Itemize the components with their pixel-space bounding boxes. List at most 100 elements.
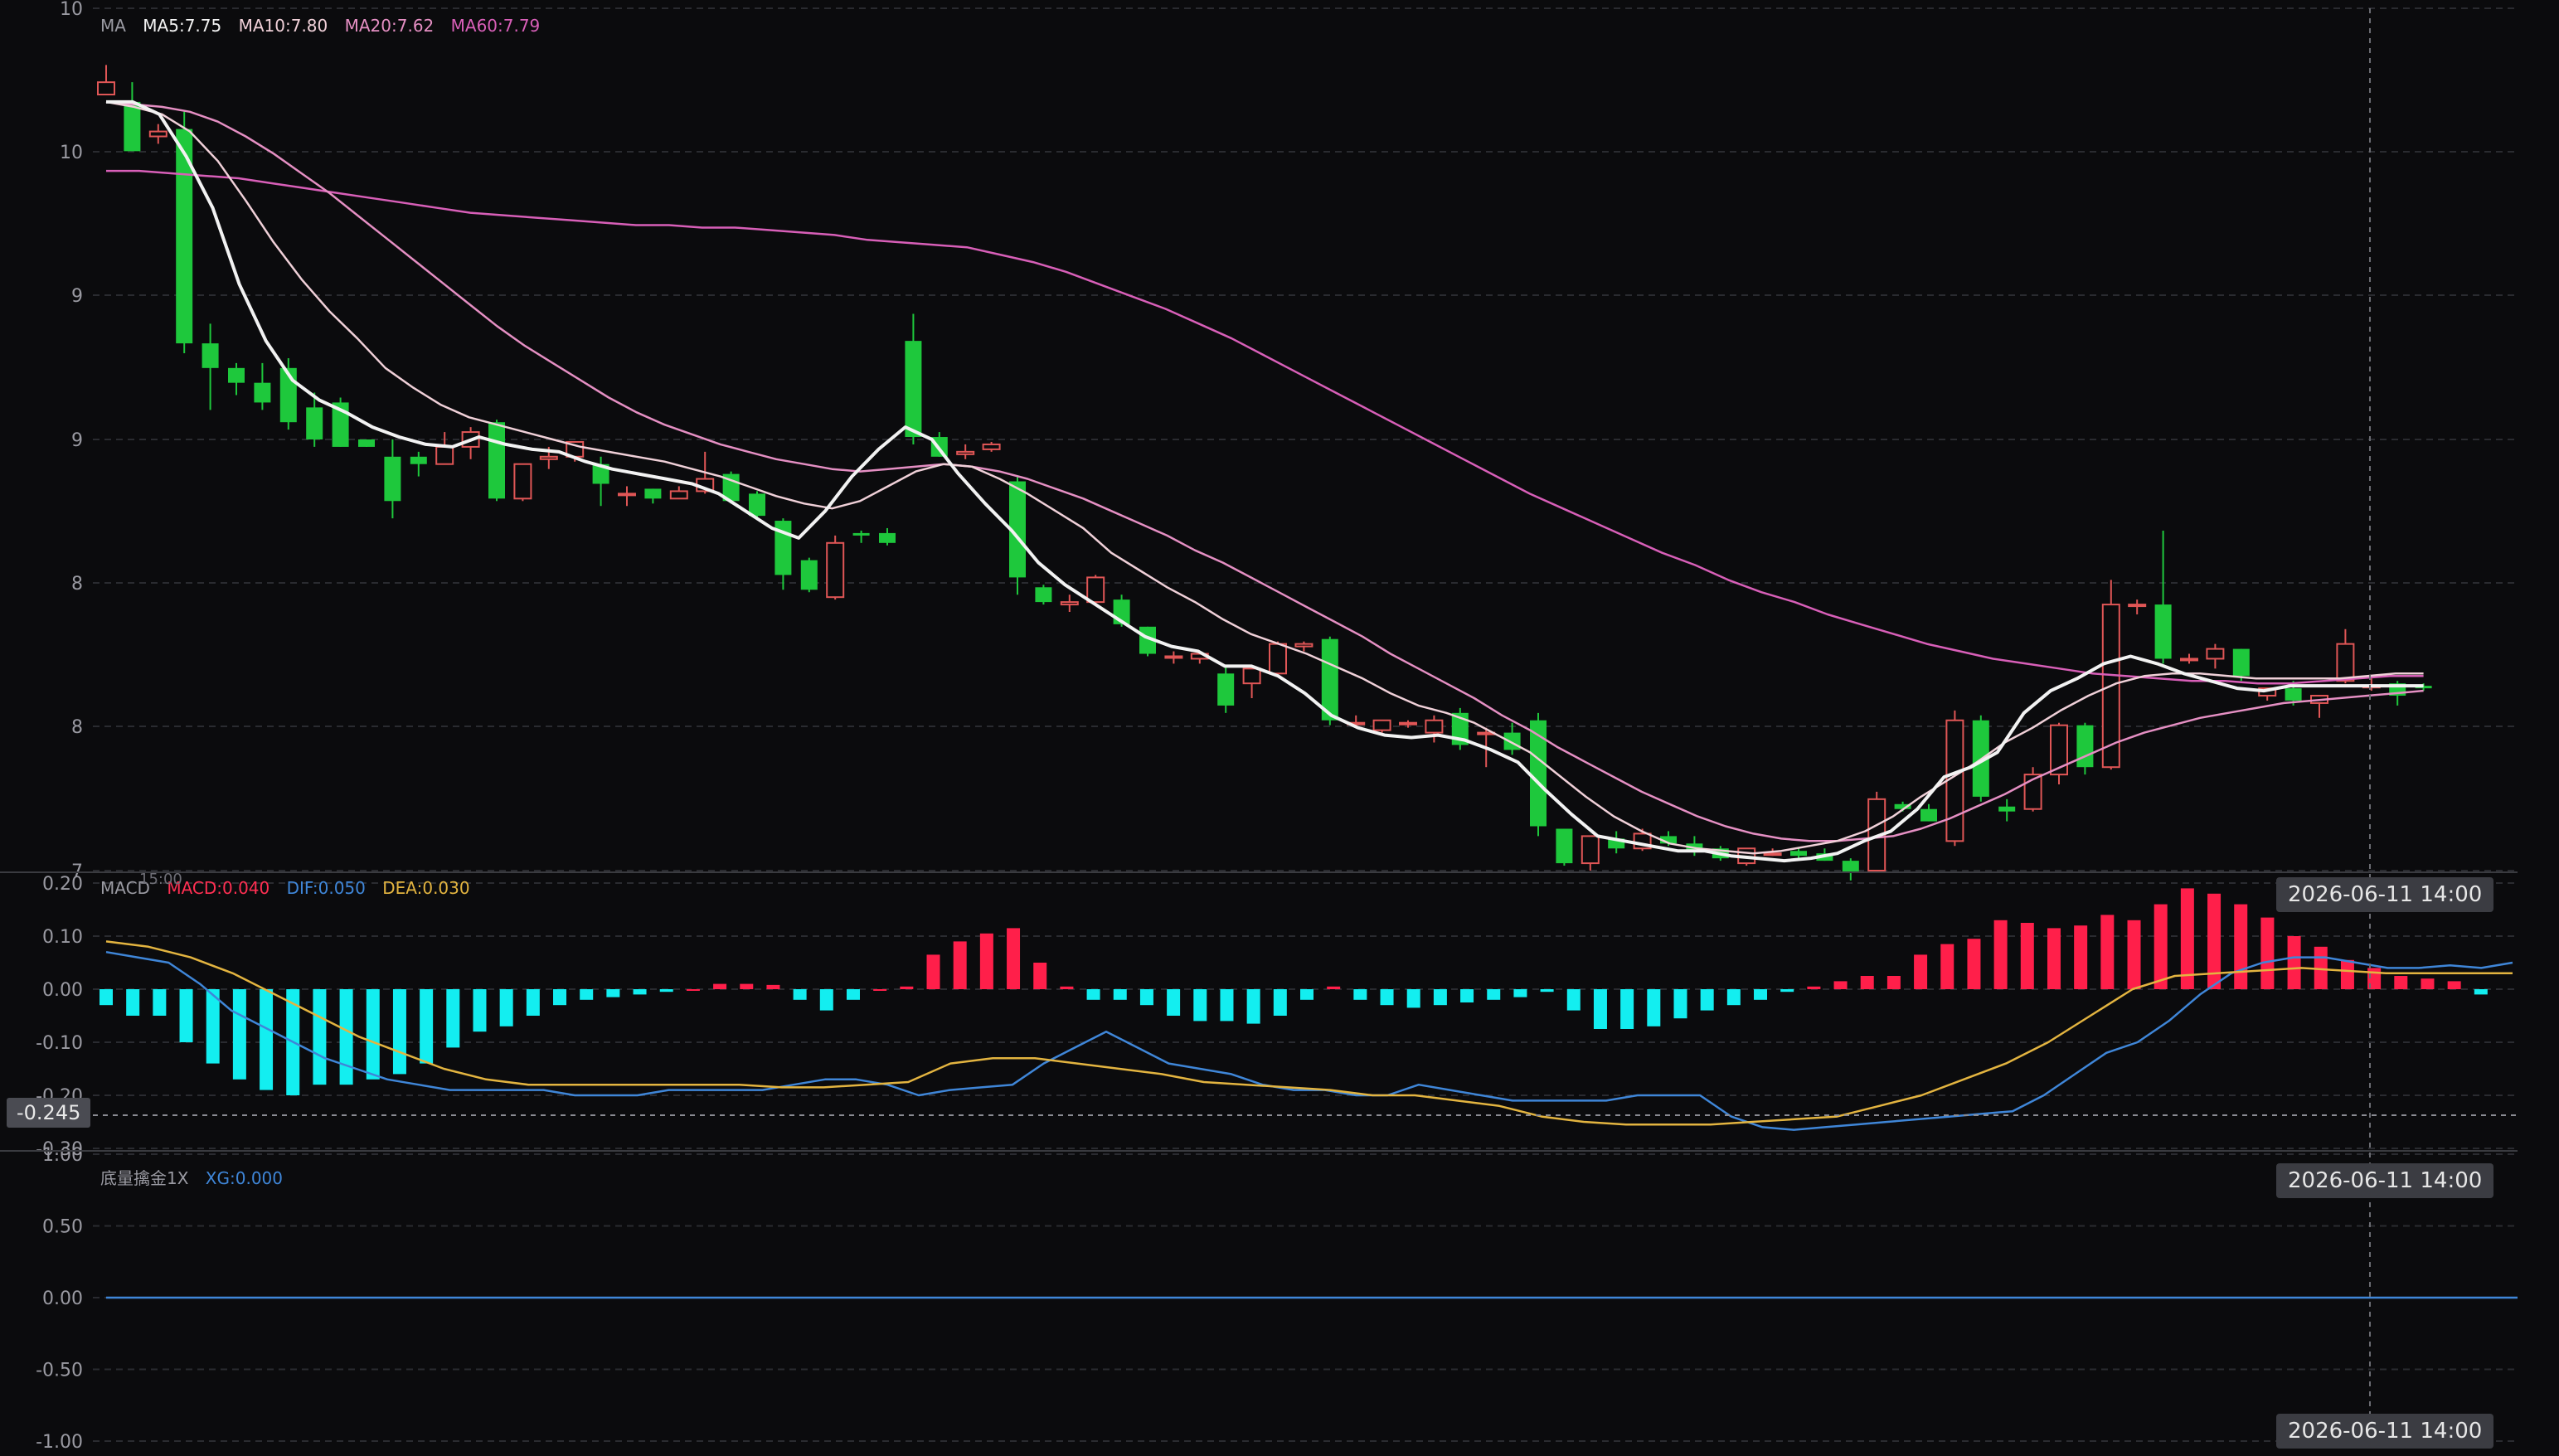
xg-tick-label: 1.00: [42, 1145, 83, 1166]
macd-bar-positive: [1060, 986, 1074, 989]
macd-bar-negative: [392, 989, 406, 1075]
macd-bar-negative: [339, 989, 353, 1085]
macd-bar-positive: [2100, 915, 2115, 989]
macd-bar-positive: [766, 984, 780, 989]
ma60-line: [106, 169, 2424, 685]
macd-bar-negative: [2474, 989, 2488, 995]
candle-body-down: [358, 439, 375, 447]
price-tick-label: 10: [60, 143, 83, 163]
xg-legend-name: 底量擒金1X: [100, 1168, 189, 1188]
candle-body-down: [1790, 851, 1807, 857]
candle-body-down: [2154, 604, 2172, 659]
macd-bar-positive: [2421, 978, 2435, 989]
macd-bar-negative: [1700, 989, 1714, 1011]
macd-bar-positive: [1033, 963, 1047, 989]
macd-bar-negative: [1673, 989, 1687, 1019]
macd-bar-negative: [1246, 989, 1260, 1024]
time-tag-bottom: 2026-06-11 14:00: [2276, 1414, 2494, 1449]
ma-legend: MA MA5:7.75 MA10:7.80 MA20:7.62 MA60:7.7…: [100, 16, 551, 36]
candle-body-down: [202, 343, 219, 368]
candle-body-up: [982, 443, 1001, 450]
candle-body-down: [749, 493, 765, 517]
macd-bar-negative: [819, 989, 833, 1011]
macd-bar-negative: [1086, 989, 1100, 1000]
macd-tick-label: 0.20: [42, 874, 83, 895]
xg-tick-label: 0.50: [42, 1217, 83, 1238]
candle-body-down: [800, 560, 818, 590]
candle-body-up: [1294, 643, 1313, 648]
macd-bar-positive: [1807, 986, 1821, 989]
ma10-line: [105, 100, 2424, 855]
candle-body-up: [435, 445, 454, 465]
candle-body-up: [539, 455, 558, 460]
macd-bar-positive: [686, 989, 700, 991]
candle-body-down: [2232, 648, 2250, 677]
candle-body-up: [1763, 852, 1782, 857]
macd-value-legend: MACD:0.040: [167, 878, 270, 898]
macd-bar-negative: [1487, 989, 1501, 1000]
macd-bar-negative: [659, 989, 673, 993]
candle-body-up: [1242, 667, 1261, 685]
macd-bar-negative: [313, 989, 327, 1085]
candle-body-up: [148, 130, 168, 138]
candle-body-down: [384, 456, 401, 502]
macd-bar-negative: [553, 989, 567, 1006]
macd-bar-negative: [1647, 989, 1661, 1026]
xg-tick-label: 0.00: [42, 1289, 83, 1309]
macd-bar-negative: [499, 989, 513, 1026]
chart-canvas: 1010998870.200.100.00-0.10-0.20-0.301.00…: [0, 0, 2518, 1453]
macd-bar-negative: [1566, 989, 1581, 1011]
macd-bar-positive: [2447, 981, 2461, 989]
macd-bar-positive: [2020, 923, 2034, 989]
macd-bar-negative: [420, 989, 434, 1064]
macd-bar-negative: [1139, 989, 1153, 1006]
macd-tick-label: -0.10: [36, 1033, 83, 1054]
macd-bar-negative: [1620, 989, 1634, 1029]
macd-bar-negative: [580, 989, 594, 1000]
xg-tick-label: -1.00: [36, 1432, 83, 1453]
macd-bar-positive: [2154, 904, 2168, 989]
macd-bar-negative: [633, 989, 647, 995]
candle-body-down: [1842, 861, 1859, 873]
candle-body-down: [2076, 725, 2094, 768]
candle-body-down: [1998, 806, 2016, 812]
macd-bar-negative: [606, 989, 620, 997]
price-tick-label: 9: [71, 430, 83, 451]
candle-body-up: [513, 463, 532, 500]
candle-body-up: [1269, 643, 1287, 675]
price-tick-label: 9: [71, 286, 83, 307]
macd-bar-positive: [1967, 939, 1981, 989]
candle-body-up: [1086, 576, 1105, 604]
candle-body-down: [852, 532, 870, 536]
candle-body-down: [306, 407, 323, 439]
macd-bar-negative: [366, 989, 380, 1080]
time-tag-xg: 2026-06-11 14:00: [2276, 1163, 2494, 1198]
candle-body-up: [1581, 835, 1600, 865]
macd-bar-negative: [1460, 989, 1474, 1002]
macd-bar-negative: [473, 989, 487, 1032]
macd-bar-positive: [2207, 893, 2222, 989]
price-tick-label: 10: [60, 0, 83, 20]
ma5-line: [106, 99, 2424, 863]
macd-bar-negative: [232, 989, 246, 1080]
macd-bar-negative: [260, 989, 274, 1090]
macd-bar-positive: [2287, 936, 2301, 989]
macd-bar-positive: [2340, 959, 2354, 989]
dif-legend: DIF:0.050: [286, 878, 366, 898]
candle-body-up: [1945, 719, 1964, 842]
macd-bar-negative: [1300, 989, 1313, 1000]
candle-body-down: [1920, 808, 1937, 822]
macd-bar-negative: [1380, 989, 1394, 1006]
candle-body-down: [905, 341, 922, 438]
candle-body-down: [1035, 587, 1052, 603]
dif-line: [105, 950, 2513, 1131]
macd-bar-positive: [1914, 954, 1928, 989]
dea-legend: DEA:0.030: [382, 878, 470, 898]
macd-bar-negative: [1433, 989, 1447, 1006]
ma10-legend: MA10:7.80: [238, 16, 328, 36]
candle-body-up: [97, 81, 115, 96]
ma20-legend: MA20:7.62: [344, 16, 435, 36]
candle-body-up: [1399, 721, 1417, 726]
macd-tick-label: 0.10: [42, 927, 83, 948]
price-tick-label: 8: [71, 717, 83, 738]
